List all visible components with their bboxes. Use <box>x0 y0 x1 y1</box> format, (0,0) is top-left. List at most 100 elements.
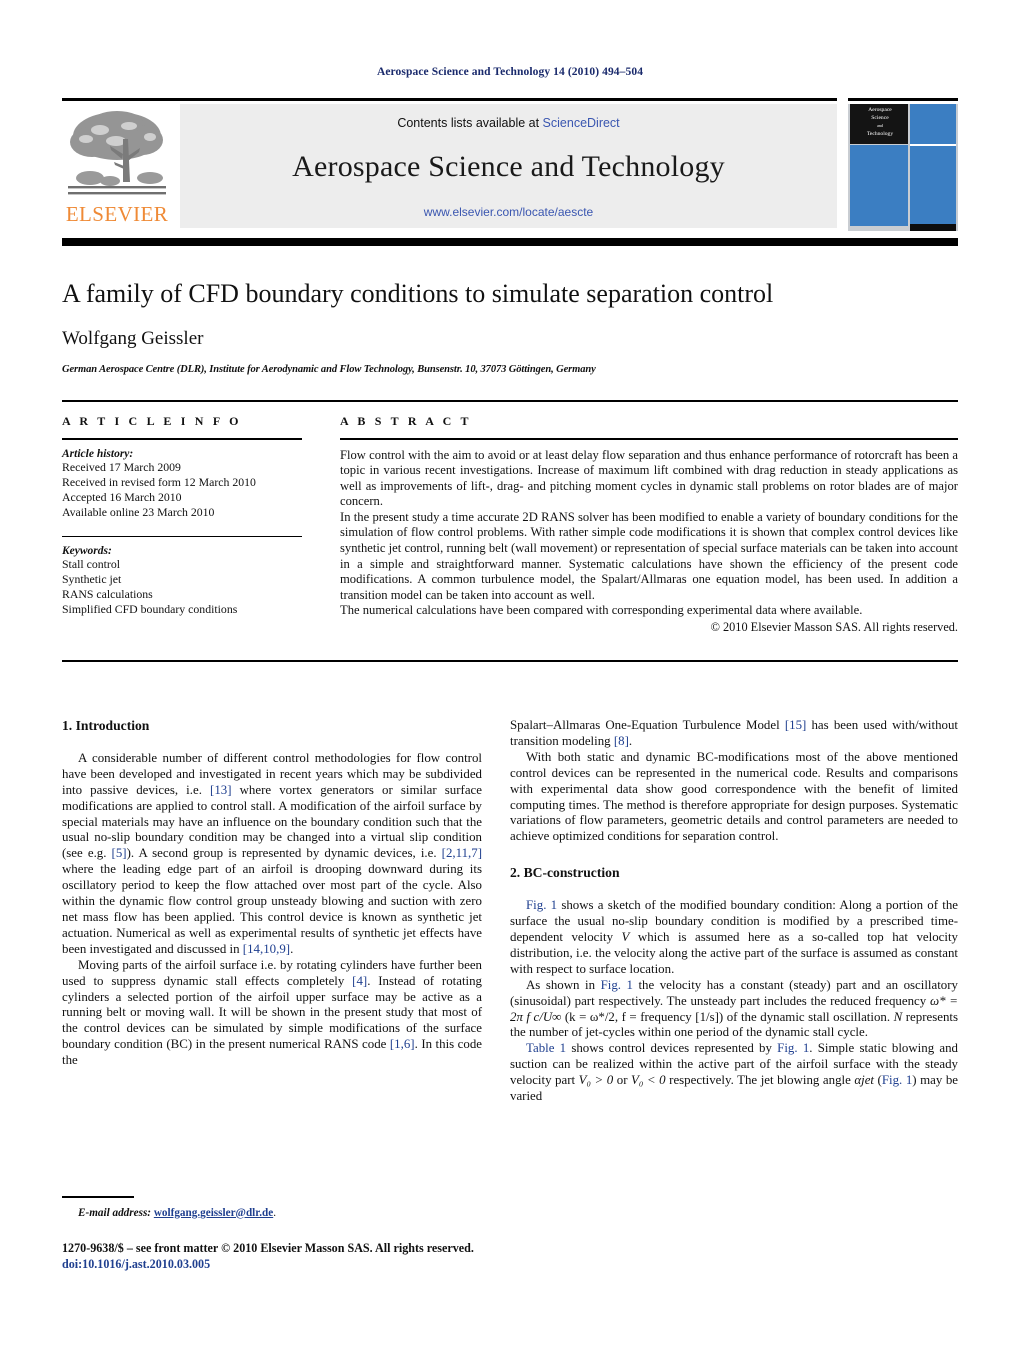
keywords-rule <box>62 535 302 537</box>
cover-blue-right-divider <box>910 144 956 146</box>
cover-title-line-2: Science <box>871 114 889 121</box>
alpha-jet-symbol: αjet <box>854 1073 875 1088</box>
elsevier-wordmark: ELSEVIER <box>65 202 169 226</box>
abstract-copyright: © 2010 Elsevier Masson SAS. All rights r… <box>710 620 958 635</box>
keyword-item: Stall control <box>62 556 120 571</box>
v0-positive-symbol: V₀ > 0 <box>578 1073 614 1088</box>
abstract-paragraph: Flow control with the aim to avoid or at… <box>340 447 958 509</box>
running-head: Aerospace Science and Technology 14 (201… <box>376 66 644 78</box>
body-column-left: 1. Introduction A considerable number of… <box>62 718 482 1069</box>
masthead-top-rule <box>62 98 837 101</box>
cover-title-line-3: and <box>877 123 883 128</box>
keyword-item: Synthetic jet <box>62 571 122 586</box>
cover-background: Aerospace Science and Technology <box>848 104 958 231</box>
section-heading-introduction: 1. Introduction <box>62 718 150 733</box>
author-name: Wolfgang Geissler <box>62 328 204 349</box>
frontmatter-block: 1270-9638/$ – see front matter © 2010 El… <box>62 1240 532 1272</box>
footnote-separator-rule <box>62 1196 134 1198</box>
figure-link[interactable]: Fig. 1 <box>601 978 633 992</box>
footnote-trailing: . <box>273 1206 277 1219</box>
citation-link[interactable]: [15] <box>785 718 806 732</box>
sciencedirect-link[interactable]: ScienceDirect <box>543 116 620 130</box>
body-paragraph: Table 1 shows control devices represente… <box>510 1041 958 1105</box>
cover-title-line-1: Aerospace <box>868 107 892 113</box>
cover-title-panel: Aerospace Science and Technology <box>850 104 908 144</box>
paragraph-text: As shown in <box>526 977 601 992</box>
article-info-rule <box>62 438 302 440</box>
section-heading-bc-construction: 2. BC-construction <box>510 865 620 881</box>
paragraph-text: Spalart–Allmaras One-Equation Turbulence… <box>510 718 785 732</box>
keyword-item: RANS calculations <box>62 586 153 601</box>
article-info-column: A R T I C L E I N F O Article history: R… <box>62 414 302 617</box>
figure-link[interactable]: Fig. 1 <box>526 898 557 912</box>
citation-link[interactable]: [2,11,7] <box>442 846 482 860</box>
body-paragraph: Fig. 1 shows a sketch of the modified bo… <box>510 898 958 978</box>
elsevier-logo: ELSEVIER <box>62 104 172 228</box>
journal-cover-thumbnail[interactable]: Aerospace Science and Technology <box>848 98 958 231</box>
paragraph-text: ( <box>874 1073 882 1088</box>
article-history-list: Received 17 March 2009 Received in revis… <box>62 460 302 520</box>
paragraph-text: (k = ω*/2, f = frequency [1/s]) of the d… <box>561 1009 894 1024</box>
citation-link[interactable]: [4] <box>352 974 367 988</box>
keywords-list: Stall control Synthetic jet RANS calcula… <box>62 557 302 617</box>
figure-link[interactable]: Fig. 1 <box>882 1073 912 1087</box>
article-history-label: Article history: <box>62 447 134 460</box>
paragraph-text: . <box>628 733 633 748</box>
v0-negative-symbol: V₀ < 0 <box>631 1073 666 1088</box>
cover-blue-main-panel <box>850 145 908 226</box>
abstract-paragraph: In the present study a time accurate 2D … <box>340 509 958 602</box>
cover-title-line-4: Technology <box>866 130 894 137</box>
citation-link[interactable]: [8] <box>614 734 629 748</box>
abstract-block-bottom-rule <box>62 660 958 662</box>
paragraph-text: shows control devices represented by <box>566 1041 778 1056</box>
history-item: Available online 23 March 2010 <box>62 504 215 519</box>
history-item: Received in revised form 12 March 2010 <box>62 474 256 489</box>
body-paragraph: Moving parts of the airfoil surface i.e.… <box>62 958 482 1069</box>
doi-link[interactable]: doi:10.1016/j.ast.2010.03.005 <box>62 1256 532 1272</box>
contents-list-line: Contents lists available at ScienceDirec… <box>180 116 837 130</box>
history-item: Accepted 16 March 2010 <box>62 489 182 504</box>
abstract-column: A B S T R A C T Flow control with the ai… <box>340 414 958 635</box>
author-affiliation: German Aerospace Centre (DLR), Institute… <box>62 364 596 375</box>
citation-link[interactable]: [1,6] <box>390 1037 415 1051</box>
cover-title-text: Aerospace Science and Technology <box>853 107 907 138</box>
masthead-bottom-bar <box>62 238 958 246</box>
cover-bottom-bar <box>910 224 956 231</box>
citation-link[interactable]: [14,10,9] <box>243 942 290 956</box>
n-symbol: N <box>893 1009 903 1024</box>
contents-prefix: Contents lists available at <box>397 116 543 130</box>
email-link[interactable]: wolfgang.geissler@dlr.de <box>154 1207 273 1219</box>
elsevier-tree-icon <box>68 111 166 195</box>
abstract-rule <box>340 438 958 440</box>
table-link[interactable]: Table 1 <box>526 1041 566 1055</box>
email-label: E-mail address: <box>78 1206 152 1219</box>
cover-blue-right-panel <box>910 104 956 226</box>
body-paragraph: With both static and dynamic BC-modifica… <box>510 749 958 844</box>
history-item: Received 17 March 2009 <box>62 459 181 474</box>
abstract-body: Flow control with the aim to avoid or at… <box>340 448 958 620</box>
abstract-paragraph: The numerical calculations have been com… <box>340 603 863 618</box>
paragraph-text: respectively. The jet blowing angle <box>665 1073 855 1088</box>
issn-copyright-line: 1270-9638/$ – see front matter © 2010 El… <box>62 1241 474 1255</box>
journal-band: Contents lists available at ScienceDirec… <box>180 104 837 228</box>
figure-link[interactable]: Fig. 1 <box>777 1041 809 1055</box>
paragraph-text: or <box>613 1073 632 1088</box>
article-info-heading: A R T I C L E I N F O <box>62 414 242 428</box>
journal-url-link[interactable]: www.elsevier.com/locate/aescte <box>180 205 837 219</box>
keywords-label: Keywords: <box>62 544 112 557</box>
citation-link[interactable]: [13] <box>210 783 231 797</box>
abstract-block-top-rule <box>62 400 958 402</box>
citation-link[interactable]: [5] <box>112 846 127 860</box>
footnote-block: E-mail address: wolfgang.geissler@dlr.de… <box>62 1196 482 1219</box>
journal-article-page: Aerospace Science and Technology 14 (201… <box>0 0 1020 1351</box>
body-paragraph: A considerable number of different contr… <box>62 751 482 958</box>
abstract-heading: A B S T R A C T <box>340 414 472 428</box>
paragraph-text: ). A second group is represented by dyna… <box>126 846 442 861</box>
journal-masthead: ELSEVIER Contents lists available at Sci… <box>62 98 958 231</box>
paragraph-text: . <box>290 941 294 956</box>
body-paragraph-continued: Spalart–Allmaras One-Equation Turbulence… <box>510 718 958 750</box>
page-title: A family of CFD boundary conditions to s… <box>62 279 774 308</box>
journal-title: Aerospace Science and Technology <box>292 150 725 183</box>
body-paragraph: As shown in Fig. 1 the velocity has a co… <box>510 978 958 1042</box>
body-column-right: Spalart–Allmaras One-Equation Turbulence… <box>510 718 958 1105</box>
